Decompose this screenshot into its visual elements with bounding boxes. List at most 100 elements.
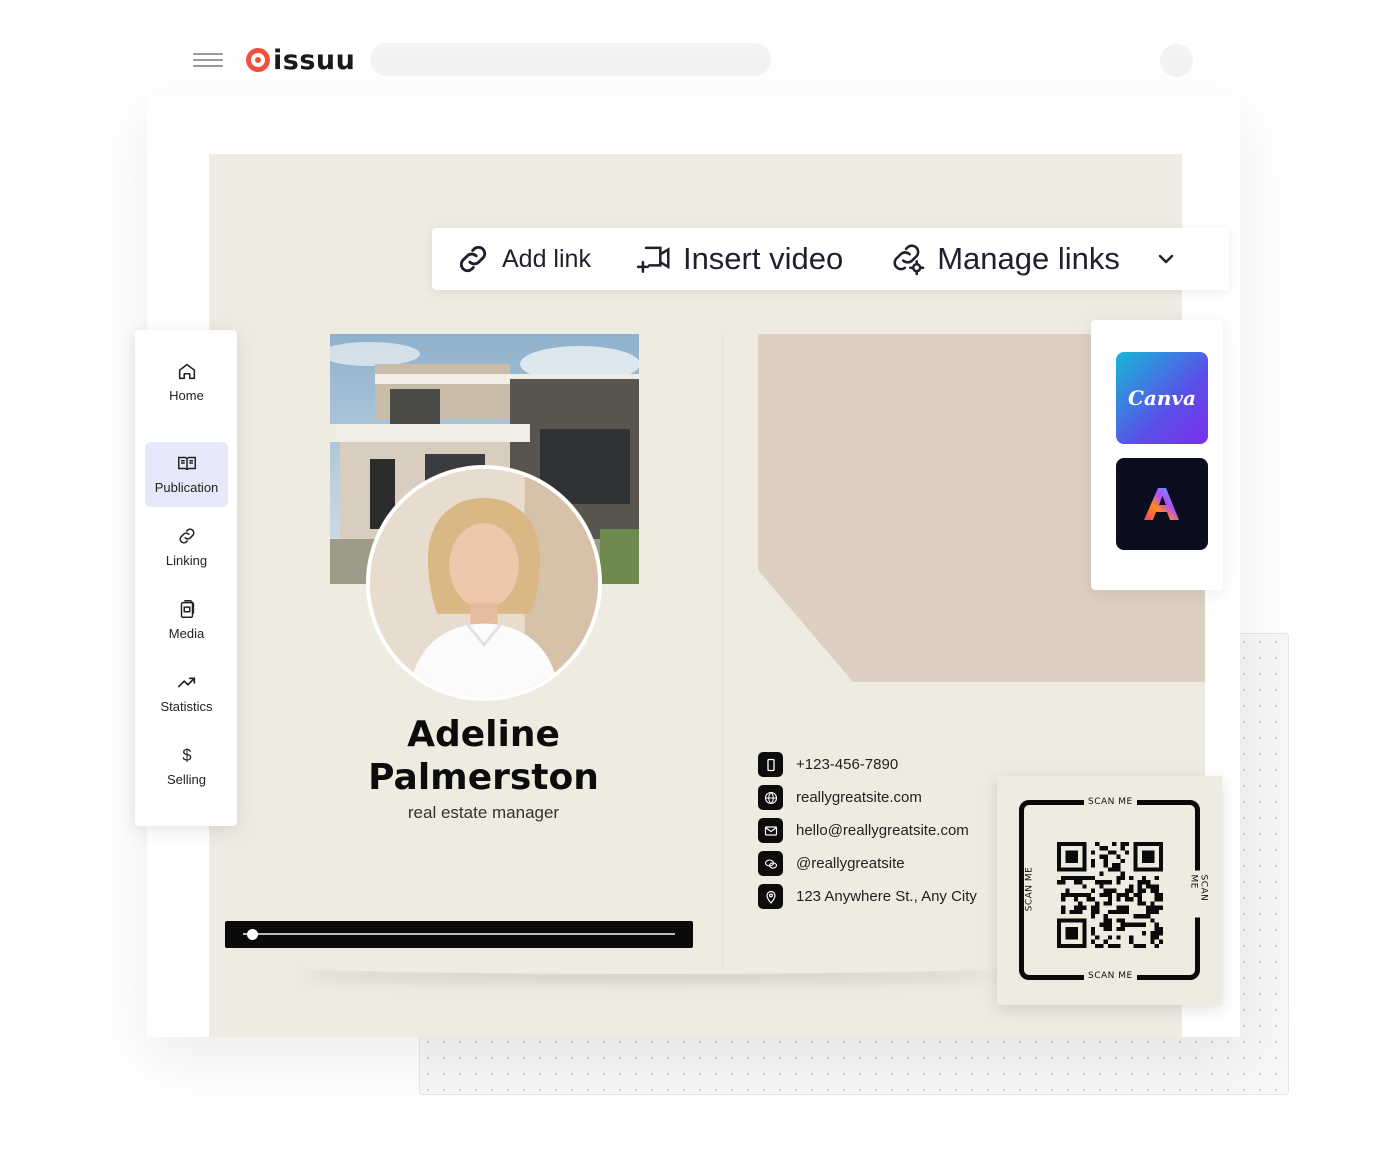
qr-module: [1065, 850, 1070, 855]
video-player[interactable]: [225, 921, 693, 948]
qr-module: [1057, 842, 1062, 847]
hamburger-menu-icon[interactable]: [193, 53, 223, 67]
qr-module: [1129, 884, 1134, 889]
canva-integration-button[interactable]: Canva: [1116, 352, 1208, 444]
qr-module: [1133, 867, 1138, 872]
qr-module: [1073, 867, 1079, 872]
contact-text: 123 Anywhere St., Any City: [796, 888, 977, 905]
sidebar-item-linking[interactable]: Linking: [145, 525, 228, 568]
qr-module: [1124, 922, 1130, 927]
canva-logo-text: Canva: [1128, 386, 1196, 410]
chevron-down-icon[interactable]: [1154, 247, 1178, 271]
qr-module: [1099, 846, 1104, 851]
qr-module: [1150, 850, 1155, 855]
qr-module: [1086, 892, 1091, 898]
qr-module: [1082, 926, 1087, 932]
qr-module: [1082, 842, 1087, 847]
qr-module: [1124, 897, 1130, 902]
insert-video-label: Insert video: [682, 241, 844, 276]
qr-module: [1057, 922, 1062, 927]
qr-module: [1141, 858, 1147, 864]
qr-module: [1061, 905, 1066, 910]
qr-module: [1124, 850, 1130, 855]
qr-module: [1073, 909, 1079, 915]
qr-module: [1069, 842, 1074, 847]
qr-module: [1154, 867, 1159, 872]
qr-module: [1099, 854, 1104, 859]
contact-text: hello@reallygreatsite.com: [796, 822, 969, 839]
qr-module: [1082, 858, 1087, 864]
qr-module: [1103, 854, 1108, 859]
qr-module: [1154, 875, 1159, 881]
qr-module: [1150, 909, 1155, 915]
qr-module: [1065, 931, 1070, 936]
qr-module: [1065, 892, 1070, 898]
video-scrubber-handle[interactable]: [246, 929, 258, 940]
qr-module: [1090, 905, 1096, 910]
qr-module: [1129, 897, 1134, 902]
qr-module: [1116, 863, 1121, 868]
qr-module: [1061, 918, 1066, 923]
qr-module: [1137, 892, 1142, 898]
qr-module: [1057, 939, 1062, 944]
qr-module: [1158, 892, 1163, 898]
adobe-express-integration-button[interactable]: [1116, 458, 1208, 550]
qr-module: [1073, 943, 1079, 948]
qr-module: [1090, 875, 1096, 881]
video-progress-track[interactable]: [243, 933, 675, 935]
qr-caption-right: SCAN ME: [1188, 870, 1209, 918]
qr-module: [1150, 931, 1155, 936]
qr-module: [1069, 931, 1074, 936]
sidebar-item-label: Statistics: [160, 699, 213, 714]
qr-module: [1158, 863, 1163, 868]
add-link-label: Add link: [502, 244, 591, 273]
qr-module: [1116, 926, 1121, 932]
qr-module: [1069, 858, 1074, 864]
qr-module: [1069, 892, 1074, 898]
qr-module: [1082, 918, 1087, 923]
qr-module: [1107, 901, 1113, 906]
qr-code-card[interactable]: SCAN ME SCAN ME SCAN ME SCAN ME: [997, 776, 1222, 1005]
sidebar-item-media[interactable]: Media: [145, 598, 228, 641]
qr-module: [1116, 943, 1121, 948]
sidebar-item-statistics[interactable]: Statistics: [145, 671, 228, 714]
qr-module: [1112, 842, 1117, 847]
sidebar-item-home[interactable]: Home: [145, 360, 228, 403]
qr-module: [1124, 905, 1130, 910]
avatar[interactable]: [1160, 44, 1193, 77]
qr-module: [1103, 939, 1108, 944]
qr-module: [1065, 867, 1070, 872]
qr-module: [1120, 909, 1125, 915]
left-sidebar: Home Publication Linking Media Statistic…: [135, 330, 237, 826]
qr-module: [1137, 914, 1142, 919]
sidebar-item-publication[interactable]: Publication: [145, 442, 228, 507]
qr-module: [1065, 858, 1070, 864]
qr-module: [1061, 880, 1066, 885]
qr-caption-left: SCAN ME: [1024, 862, 1035, 916]
qr-module: [1158, 842, 1163, 847]
qr-module: [1078, 909, 1083, 915]
qr-module: [1082, 892, 1087, 898]
qr-module: [1090, 909, 1096, 915]
qr-caption-top: SCAN ME: [1084, 797, 1137, 807]
insert-video-button[interactable]: Insert video: [635, 240, 843, 278]
qr-module: [1086, 875, 1091, 881]
qr-module: [1154, 935, 1159, 940]
qr-module: [1095, 905, 1100, 910]
qr-module: [1133, 943, 1138, 948]
qr-module: [1057, 846, 1062, 851]
qr-module: [1137, 901, 1142, 906]
manage-links-button[interactable]: Manage links: [889, 240, 1120, 278]
qr-module: [1069, 854, 1074, 859]
qr-module: [1090, 863, 1096, 868]
sidebar-item-selling[interactable]: $ Selling: [145, 744, 228, 788]
qr-module: [1082, 884, 1087, 889]
qr-module: [1120, 846, 1125, 851]
search-bar-placeholder[interactable]: [370, 43, 771, 76]
qr-module: [1090, 888, 1096, 893]
add-link-button[interactable]: Add link: [454, 240, 591, 278]
qr-module: [1158, 897, 1163, 902]
qr-module: [1073, 935, 1079, 940]
issuu-logo[interactable]: issuu: [246, 43, 355, 77]
qr-module: [1065, 918, 1070, 923]
